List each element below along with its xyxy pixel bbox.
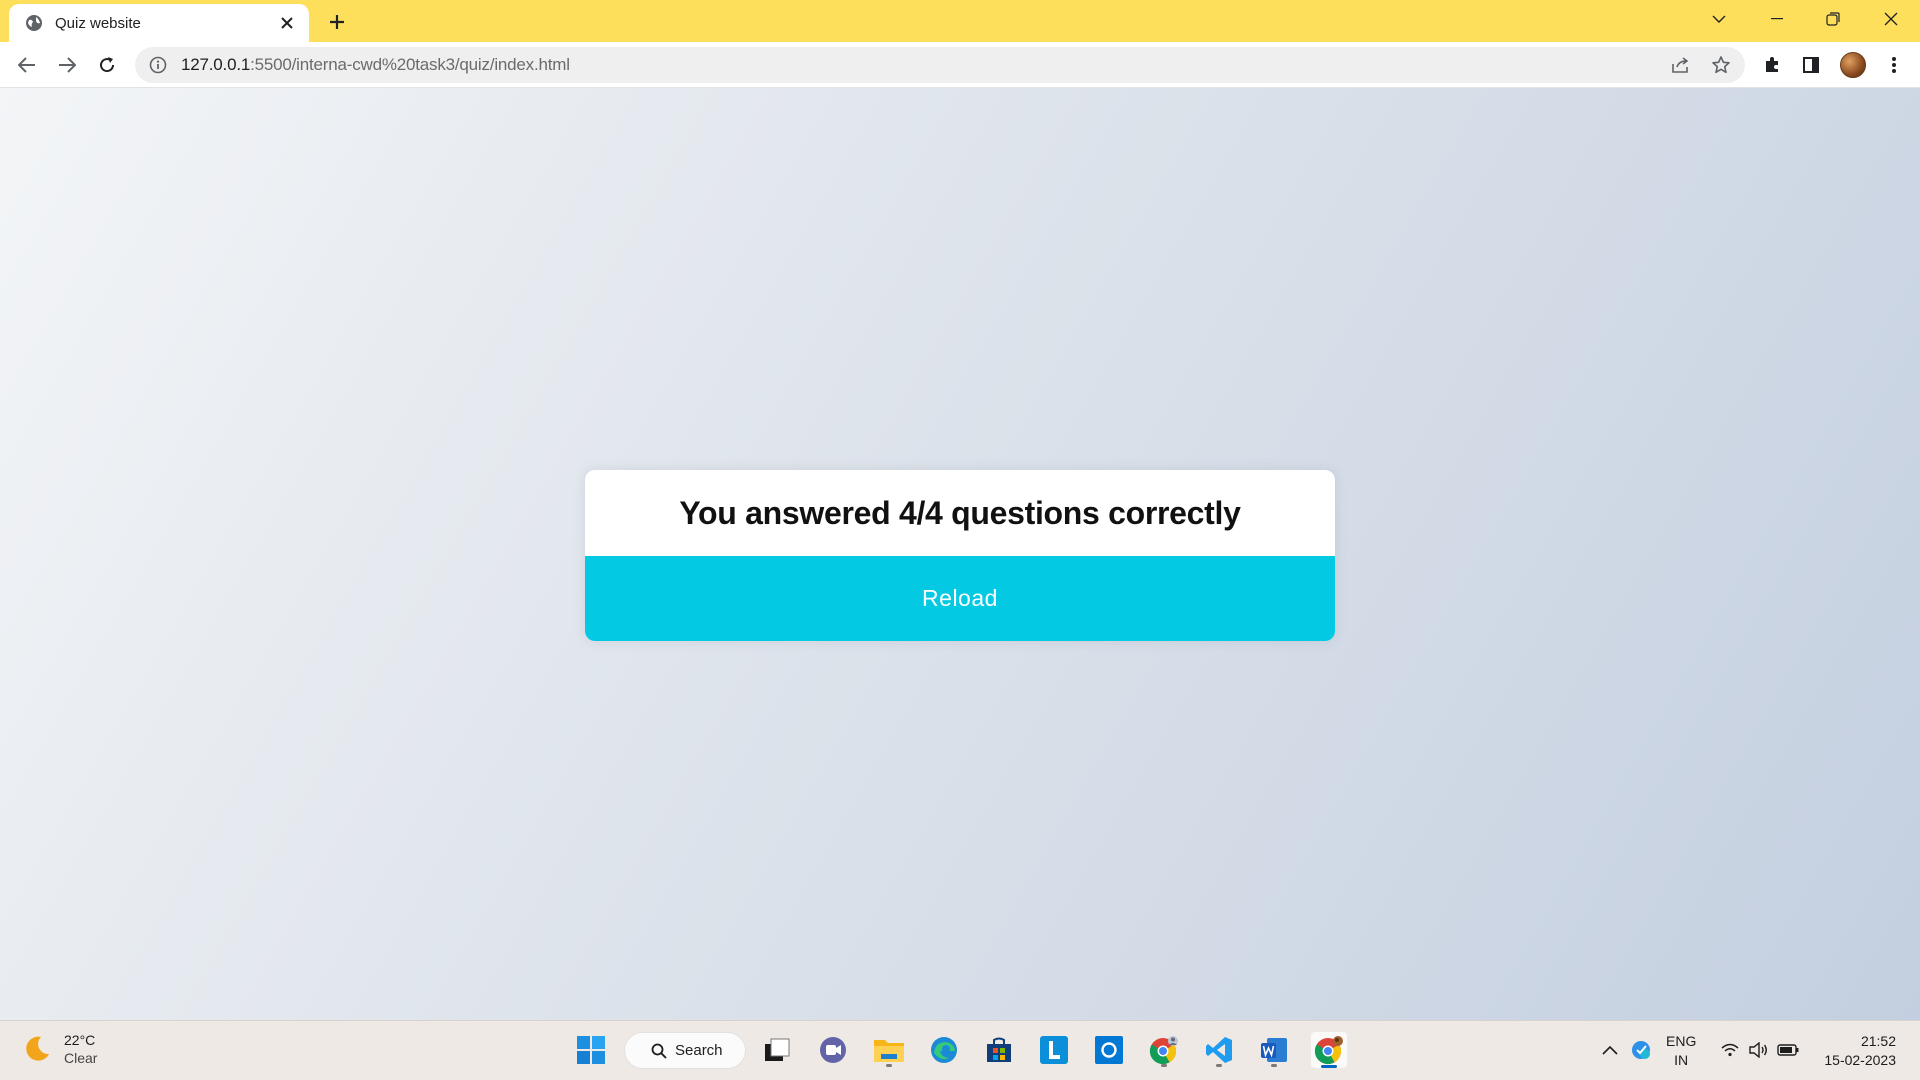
forward-arrow-icon[interactable] [53, 51, 81, 79]
address-bar[interactable]: 127.0.0.1:5500/interna-cwd%20task3/quiz/… [135, 47, 1745, 83]
security-shield-icon[interactable] [1626, 1032, 1656, 1068]
close-window-button[interactable] [1876, 6, 1906, 32]
running-indicator [1161, 1064, 1167, 1067]
task-view-icon[interactable] [759, 1032, 795, 1068]
page-content: You answered 4/4 questions correctly Rel… [0, 88, 1920, 1020]
taskbar-search-box[interactable]: Search [624, 1032, 746, 1069]
clock-date: 15-02-2023 [1824, 1052, 1896, 1068]
browser-menu-icon[interactable] [1880, 51, 1908, 79]
tab-title: Quiz website [55, 14, 141, 32]
vscode-icon[interactable] [1201, 1032, 1237, 1068]
minimize-button[interactable] [1762, 6, 1792, 32]
linkedin-learning-icon[interactable] [1036, 1032, 1072, 1068]
search-icon [651, 1043, 667, 1059]
url-host: 127.0.0.1 [181, 55, 251, 74]
close-tab-icon[interactable] [277, 13, 297, 33]
battery-icon[interactable] [1774, 1032, 1802, 1068]
chrome-profile-icon[interactable] [1146, 1032, 1182, 1068]
globe-icon [25, 14, 43, 32]
moon-icon [22, 1034, 52, 1064]
site-info-icon[interactable] [149, 56, 167, 74]
restore-button[interactable] [1818, 6, 1848, 32]
running-indicator [1216, 1064, 1222, 1067]
microsoft-store-icon[interactable] [981, 1032, 1017, 1068]
edge-browser-icon[interactable] [926, 1032, 962, 1068]
input-language-indicator[interactable]: ENG IN [1666, 1032, 1696, 1070]
quiz-result-heading: You answered 4/4 questions correctly [679, 494, 1241, 531]
chrome-icon[interactable] [1311, 1032, 1347, 1068]
file-explorer-icon[interactable] [871, 1032, 907, 1068]
running-indicator [886, 1064, 892, 1067]
word-icon[interactable] [1256, 1032, 1292, 1068]
browser-tab-strip: Quiz website [0, 0, 1920, 42]
meet-chat-icon[interactable] [815, 1032, 851, 1068]
weather-temperature: 22°C [64, 1032, 96, 1048]
cortana-icon[interactable] [1091, 1032, 1127, 1068]
wifi-icon[interactable] [1717, 1032, 1743, 1068]
new-tab-button[interactable] [324, 9, 350, 35]
start-button[interactable] [573, 1032, 609, 1068]
language-code: ENG [1666, 1033, 1697, 1049]
running-indicator [1271, 1064, 1277, 1067]
url-text: 127.0.0.1:5500/interna-cwd%20task3/quiz/… [181, 55, 570, 75]
taskbar-clock[interactable]: 21:52 15-02-2023 [1812, 1032, 1896, 1070]
quiz-result-card: You answered 4/4 questions correctly Rel… [585, 470, 1335, 641]
avatar [1840, 52, 1866, 78]
bookmark-star-icon[interactable] [1707, 51, 1735, 79]
url-path: :5500/interna-cwd%20task3/quiz/index.htm… [250, 55, 570, 74]
share-icon[interactable] [1667, 51, 1695, 79]
active-window-indicator [1321, 1065, 1337, 1068]
back-arrow-icon[interactable] [13, 51, 41, 79]
reload-button[interactable]: Reload [585, 556, 1335, 641]
volume-icon[interactable] [1745, 1032, 1771, 1068]
profile-avatar[interactable] [1839, 51, 1867, 79]
windows-taskbar: 22°C Clear Search ENG IN 21:52 15-02-202… [0, 1020, 1920, 1080]
browser-tab-active[interactable]: Quiz website [9, 4, 309, 42]
side-panel-icon[interactable] [1797, 51, 1825, 79]
extensions-puzzle-icon[interactable] [1758, 51, 1786, 79]
weather-widget[interactable]: 22°C Clear [22, 1031, 97, 1067]
clock-time: 21:52 [1860, 1033, 1896, 1049]
show-hidden-icons-chevron-icon[interactable] [1598, 1032, 1622, 1068]
browser-toolbar: 127.0.0.1:5500/interna-cwd%20task3/quiz/… [0, 42, 1920, 88]
reload-page-icon[interactable] [93, 51, 121, 79]
taskbar-search-label: Search [675, 1042, 723, 1059]
weather-condition: Clear [64, 1050, 98, 1066]
tab-search-chevron-icon[interactable] [1704, 6, 1734, 32]
language-region: IN [1674, 1052, 1689, 1068]
